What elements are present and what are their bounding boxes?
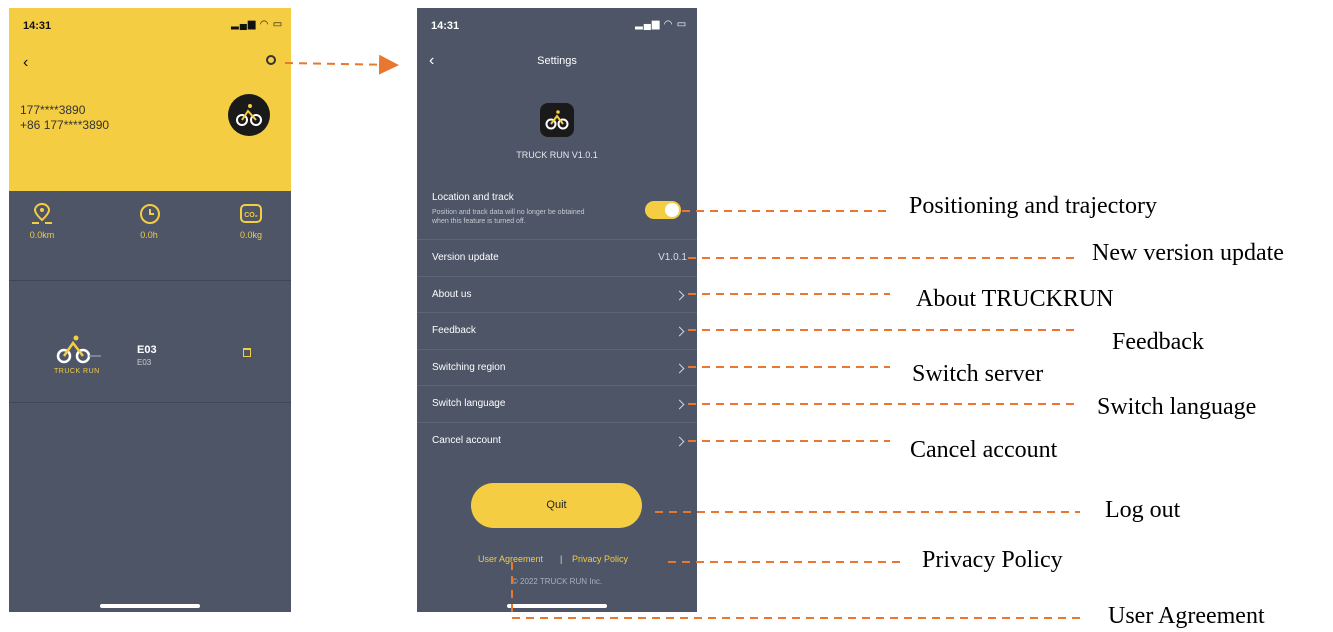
- annotation-lines: [284, 54, 1080, 619]
- annotation-feedback: Feedback: [1112, 329, 1204, 355]
- annotation-switch-language: Switch language: [1097, 394, 1257, 420]
- annotation-log-out: Log out: [1105, 497, 1181, 523]
- annotation-version: New version update: [1092, 240, 1284, 266]
- annotation-cancel-account: Cancel account: [910, 437, 1058, 463]
- annotation-switch-server: Switch server: [912, 361, 1044, 387]
- annotation-user-agreement: User Agreement: [1108, 603, 1265, 629]
- annotation-about: About TRUCKRUN: [916, 286, 1114, 312]
- annotation-positioning: Positioning and trajectory: [909, 193, 1157, 219]
- annotation-privacy: Privacy Policy: [922, 547, 1063, 573]
